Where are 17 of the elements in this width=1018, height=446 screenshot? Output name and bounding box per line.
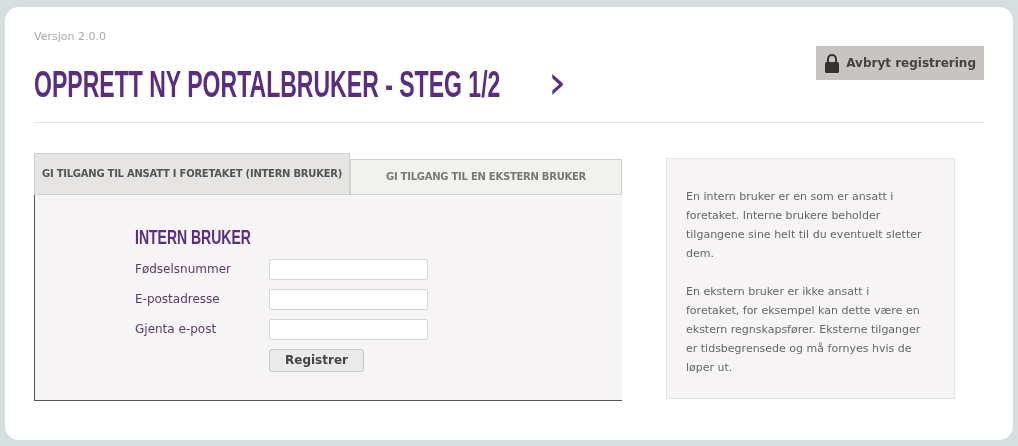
input-field[interactable] [269, 258, 428, 280]
input-field[interactable] [269, 318, 428, 340]
cancel-button[interactable]: Avbryt registrering [816, 46, 984, 80]
submit-button[interactable]: Registrer [269, 348, 364, 372]
page-title: OPPRETT NY PORTALBRUKER - STEG 1/2 [34, 62, 501, 107]
version-text: Versjon 2.0.0 [34, 29, 107, 45]
input-field[interactable] [269, 288, 428, 310]
field-label: Fødselsnummer [135, 261, 232, 278]
next-arrow[interactable]: › [548, 58, 567, 111]
tab[interactable]: GI TILGANG TIL EN EKSTERN BRUKER [350, 158, 622, 195]
form-heading: INTERN BRUKER [135, 224, 251, 249]
field-label: E-postadresse [135, 291, 221, 308]
info-paragraph: En intern bruker er en som er ansatt i foretaket. Interne brukere beholder tilgangene sine helt til du eventuelt sletter dem. [686, 188, 923, 262]
field-label: Gjenta e-post [135, 321, 218, 338]
info-paragraph: En ekstern bruker er ikke ansatt i foretaket, for eksempel kan dette være en ekstern regnskapsfører. Eksterne tilganger er tidsbegrensede og må fornyes hvis de løper ut. [686, 283, 922, 376]
tab[interactable]: GI TILGANG TIL ANSATT I FORETAKET (INTERN BRUKER) [34, 152, 350, 195]
lock-icon [824, 53, 841, 73]
